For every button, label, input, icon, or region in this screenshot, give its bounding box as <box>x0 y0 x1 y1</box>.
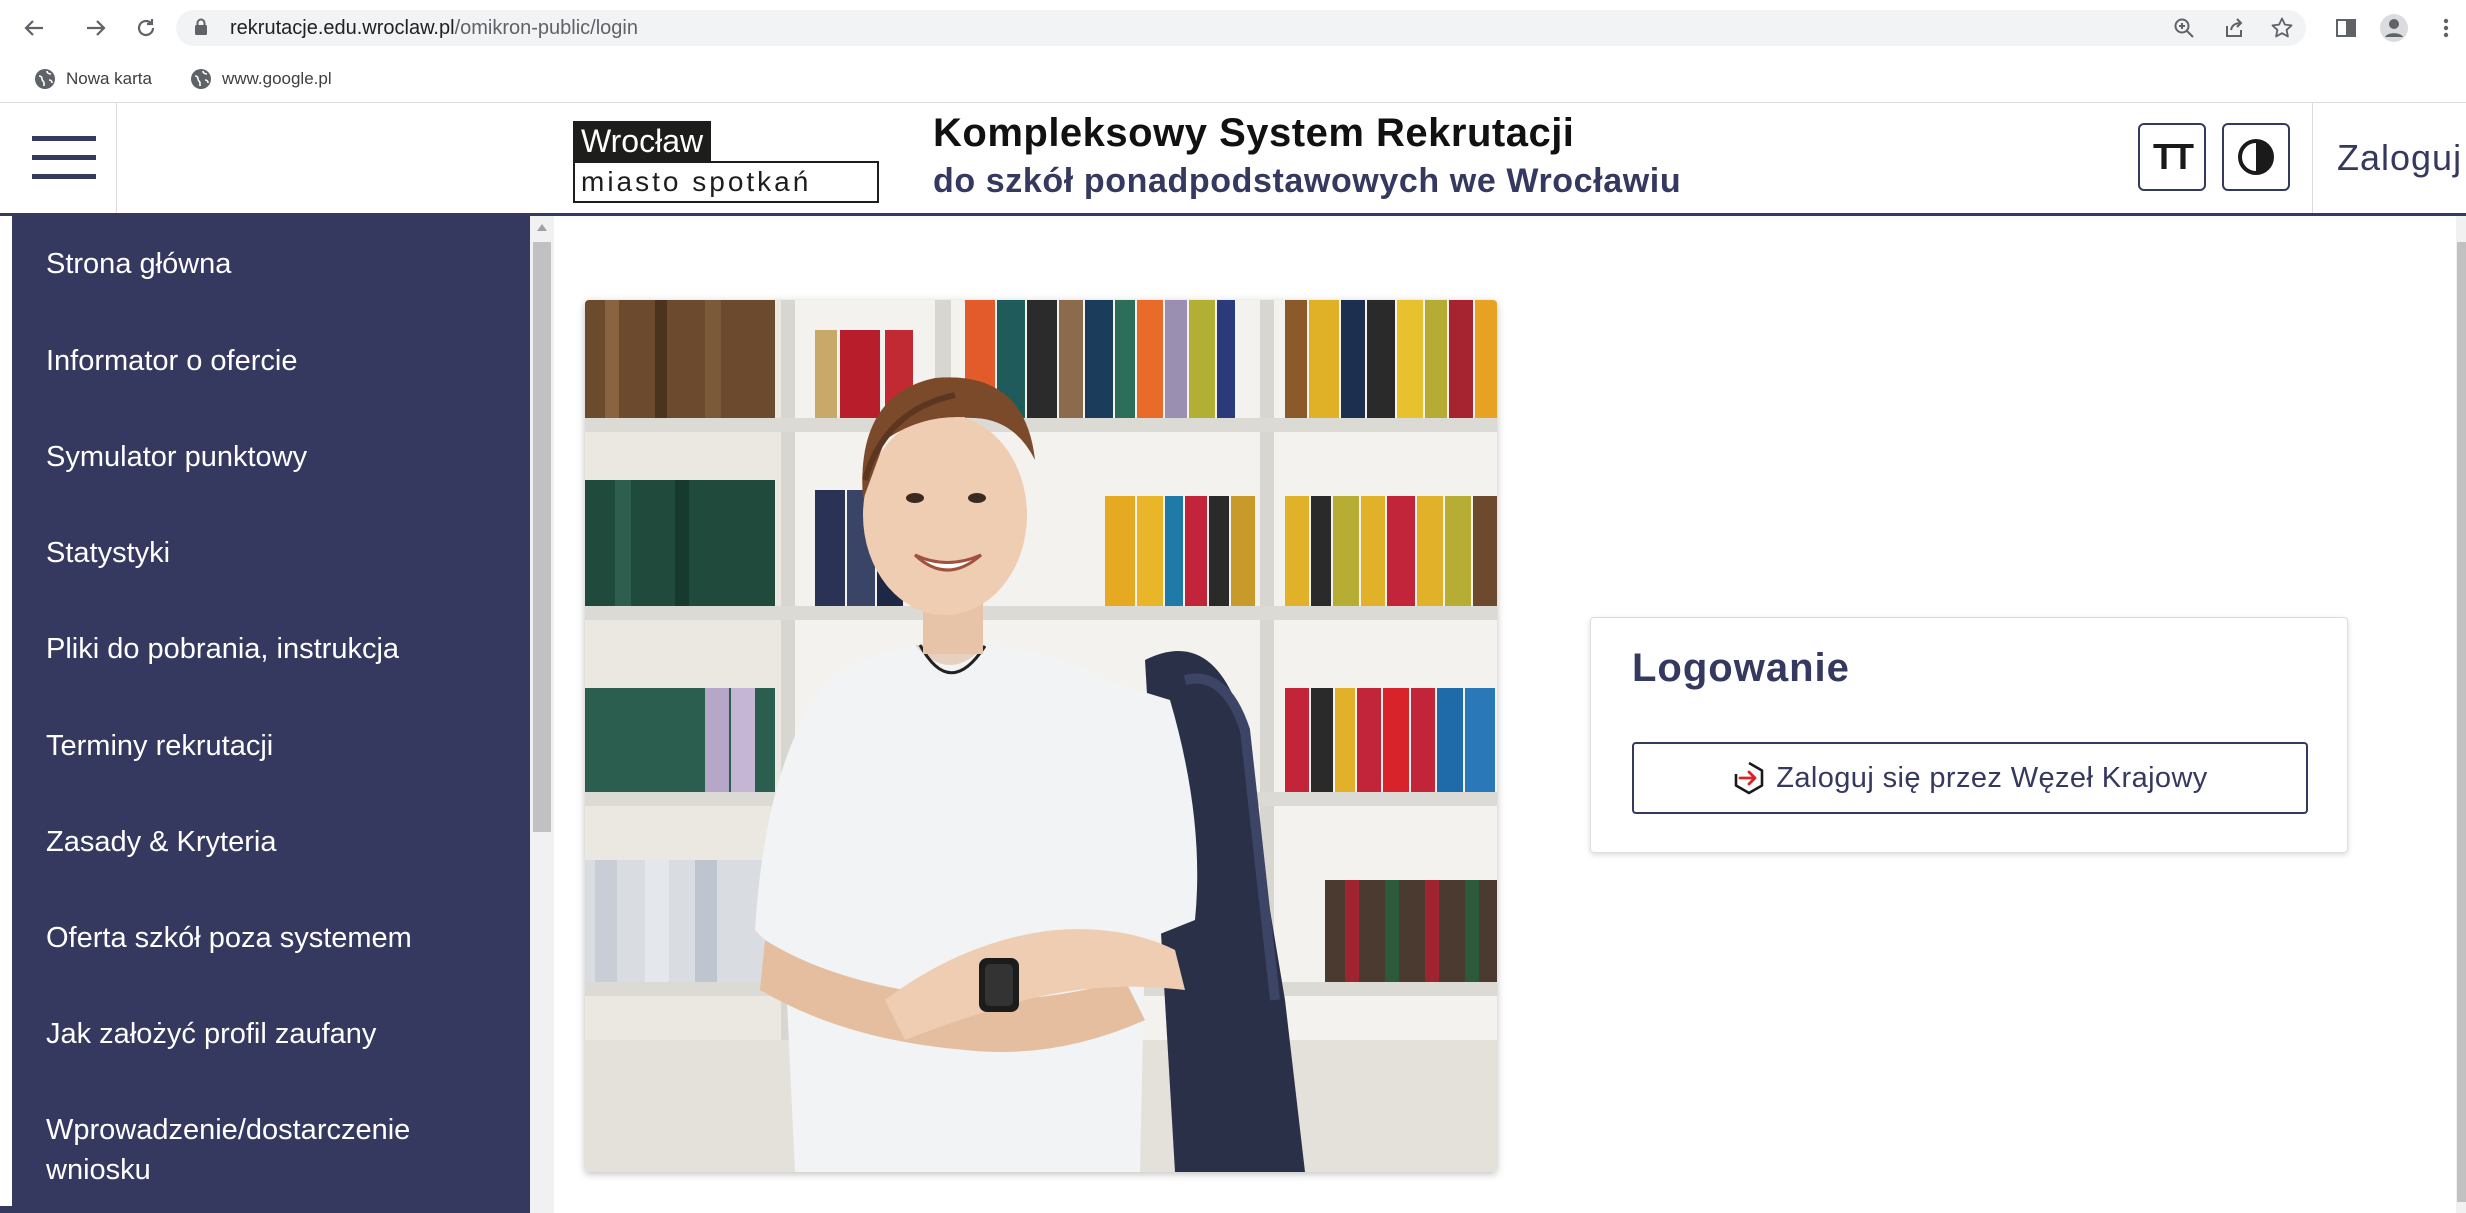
sidebar-scroll-thumb[interactable] <box>533 242 551 832</box>
star-icon[interactable] <box>2268 14 2296 42</box>
bookmark-new-tab[interactable]: Nowa karta <box>34 66 152 92</box>
sidebar-item-dates[interactable]: Terminy rekrutacji <box>46 726 273 766</box>
sidebar-item-simulator[interactable]: Symulator punktowy <box>46 437 307 477</box>
sidebar-item-label-line2: wniosku <box>46 1154 151 1186</box>
sidebar-item-label-line1: Wprowadzenie/dostarczenie <box>46 1114 411 1146</box>
lock-icon[interactable] <box>194 18 208 36</box>
url-host: rekrutacje.edu.wroclaw.pl <box>230 17 455 39</box>
sidebar-item-informator[interactable]: Informator o ofercie <box>46 341 297 381</box>
sidebar-item-downloads[interactable]: Pliki do pobrania, instrukcja <box>46 629 399 669</box>
url-path: /omikron-public/login <box>454 17 638 39</box>
header-divider <box>2312 103 2313 213</box>
bookmarks-bar: Nowa karta www.google.pl <box>0 56 2466 103</box>
page-subtitle: do szkół ponadpodstawowych we Wrocławiu <box>933 162 1682 200</box>
wezel-krajowy-login-button[interactable]: Zaloguj się przez Węzeł Krajowy <box>1632 742 2308 814</box>
sidebar-scrollbar[interactable] <box>530 216 554 1213</box>
side-panel-icon[interactable] <box>2330 12 2362 44</box>
url-text[interactable]: rekrutacje.edu.wroclaw.pl/omikron-public… <box>230 15 638 41</box>
hamburger-icon <box>32 136 96 179</box>
font-size-icon: TT <box>2153 136 2194 177</box>
sidebar-item-home[interactable]: Strona główna <box>46 244 231 284</box>
page-title: Kompleksowy System Rekrutacji <box>933 111 1575 155</box>
menu-dots-icon[interactable] <box>2430 12 2462 44</box>
bookmark-google[interactable]: www.google.pl <box>190 66 332 92</box>
hamburger-menu-button[interactable] <box>12 103 117 213</box>
globe-icon <box>34 68 56 90</box>
wezel-krajowy-button-label: Zaloguj się przez Węzeł Krajowy <box>1776 761 2208 794</box>
login-card: Logowanie Zaloguj się przez Węzeł Krajow… <box>1590 617 2348 853</box>
sidebar-item-trusted-profile[interactable]: Jak założyć profil zaufany <box>46 1014 376 1054</box>
sidebar-item-offer-outside[interactable]: Oferta szkół poza systemem <box>46 918 412 958</box>
zoom-icon[interactable] <box>2170 14 2198 42</box>
main-scroll-thumb[interactable] <box>2457 242 2466 1202</box>
contrast-button[interactable] <box>2222 123 2290 191</box>
back-icon[interactable] <box>14 8 54 48</box>
sidebar-item-application[interactable]: Wprowadzenie/dostarczenie wniosku <box>46 1110 410 1190</box>
share-icon[interactable] <box>2220 14 2248 42</box>
wezel-krajowy-icon <box>1734 761 1764 795</box>
hero-image-student <box>585 300 1497 1172</box>
browser-toolbar: rekrutacje.edu.wroclaw.pl/omikron-public… <box>0 0 2466 56</box>
sidebar-item-statistics[interactable]: Statystyki <box>46 533 170 573</box>
contrast-icon <box>2238 139 2274 175</box>
bookmark-label: www.google.pl <box>222 69 332 88</box>
bookmark-label: Nowa karta <box>66 69 152 88</box>
scroll-up-arrow-icon[interactable] <box>537 224 547 231</box>
main-scrollbar[interactable] <box>2456 216 2466 1213</box>
logo-bottom-text: miasto spotkań <box>573 161 879 203</box>
forward-icon[interactable] <box>76 8 116 48</box>
wroclaw-logo[interactable]: Wrocław miasto spotkań <box>573 121 879 203</box>
profile-icon[interactable] <box>2378 12 2410 44</box>
sidebar-item-rules[interactable]: Zasady & Kryteria <box>46 822 276 862</box>
login-link[interactable]: Zaloguj <box>2337 137 2462 179</box>
globe-icon <box>190 68 212 90</box>
reload-icon[interactable] <box>126 8 166 48</box>
logo-top-text: Wrocław <box>573 121 712 161</box>
app-header: Wrocław miasto spotkań Kompleksowy Syste… <box>0 103 2466 216</box>
sidebar-nav: Strona główna Informator o ofercie Symul… <box>12 216 530 1213</box>
corner-mark <box>0 1206 12 1213</box>
login-title: Logowanie <box>1632 646 1850 690</box>
font-size-button[interactable]: TT <box>2138 123 2206 191</box>
